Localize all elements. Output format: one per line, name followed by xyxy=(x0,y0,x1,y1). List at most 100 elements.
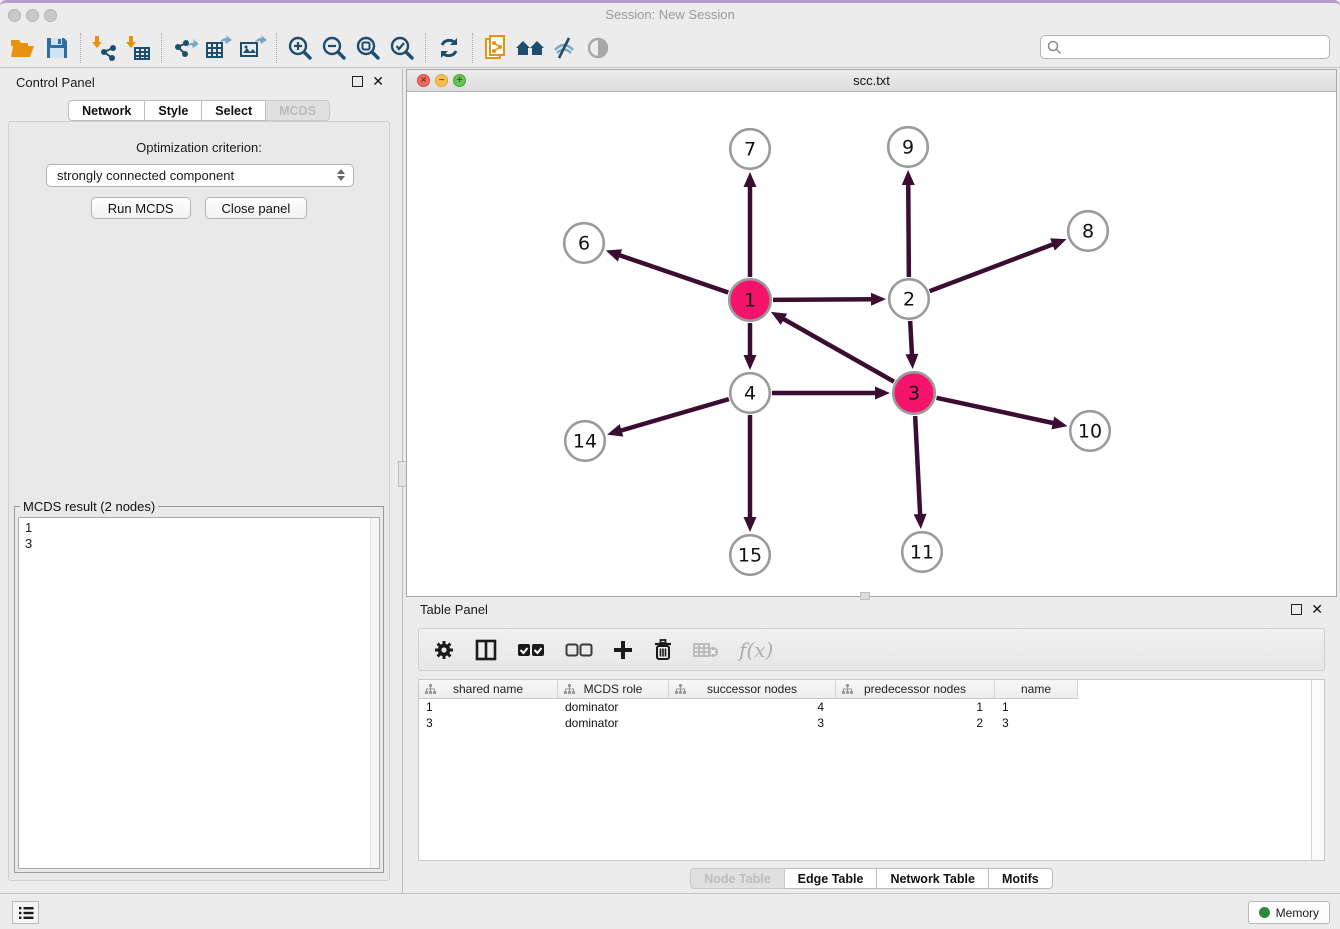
tab-edge-table[interactable]: Edge Table xyxy=(785,868,878,889)
add-column-icon[interactable] xyxy=(613,635,633,665)
open-folder-icon[interactable] xyxy=(6,33,40,63)
graph-node-label-11: 11 xyxy=(910,542,934,564)
graph-node-label-10: 10 xyxy=(1078,421,1102,443)
export-network-icon[interactable] xyxy=(168,33,202,63)
column-header-successor-nodes[interactable]: successor nodes xyxy=(669,680,836,699)
task-history-button[interactable] xyxy=(12,901,39,924)
zoom-selected-icon[interactable] xyxy=(385,33,419,63)
application-window: Session: New Session xyxy=(0,0,1340,926)
column-header-predecessor-nodes[interactable]: predecessor nodes xyxy=(836,680,995,699)
tab-network[interactable]: Network xyxy=(68,100,145,121)
checked-boxes-icon[interactable] xyxy=(517,635,545,665)
table-panel-tabs: Node TableEdge TableNetwork TableMotifs xyxy=(406,868,1337,889)
duplicate-network-icon[interactable] xyxy=(479,33,513,63)
table-cell: 2 xyxy=(836,715,995,731)
table-row[interactable]: 1dominator411 xyxy=(419,699,1324,715)
tab-node-table[interactable]: Node Table xyxy=(690,868,784,889)
column-header-label: MCDS role xyxy=(584,682,643,696)
split-columns-icon[interactable] xyxy=(475,635,497,665)
table-panel-close-icon[interactable]: ✕ xyxy=(1311,604,1323,615)
homes-icon[interactable] xyxy=(513,33,547,63)
graph-node-label-15: 15 xyxy=(738,545,762,567)
graph-node-label-14: 14 xyxy=(573,431,597,453)
table-toolbar: f(x) xyxy=(418,628,1325,671)
optimization-criterion-label: Optimization criterion: xyxy=(9,140,389,155)
close-panel-button[interactable]: Close panel xyxy=(205,197,308,219)
mcds-result-text: 1 3 xyxy=(19,518,379,868)
eye-disabled-icon[interactable] xyxy=(581,33,615,63)
control-panel-tabs: NetworkStyleSelectMCDS xyxy=(0,100,398,121)
control-panel-close-icon[interactable]: ✕ xyxy=(372,76,384,87)
memory-button-label: Memory xyxy=(1276,906,1319,920)
table-panel-title: Table Panel xyxy=(420,602,488,617)
memory-button[interactable]: Memory xyxy=(1248,901,1330,924)
table-cell: 4 xyxy=(669,699,836,715)
table-cell: 3 xyxy=(669,715,836,731)
graph-node-label-4: 4 xyxy=(744,383,756,405)
graph-edge-1-6 xyxy=(617,254,728,292)
export-image-icon[interactable] xyxy=(236,33,270,63)
table-row[interactable]: 3dominator323 xyxy=(419,715,1324,731)
tab-motifs[interactable]: Motifs xyxy=(989,868,1053,889)
mcds-result-scrollbar[interactable] xyxy=(370,518,379,868)
graph-edge-arrowhead xyxy=(606,249,622,261)
column-type-icon xyxy=(425,684,436,695)
node-table-header: shared name MCDS role successor nodes prede… xyxy=(419,680,1324,699)
table-cell: 1 xyxy=(836,699,995,715)
mcds-result-title: MCDS result (2 nodes) xyxy=(20,499,158,514)
table-cell: 1 xyxy=(419,699,558,715)
zoom-fit-icon[interactable] xyxy=(351,33,385,63)
table-cell: 3 xyxy=(995,715,1078,731)
column-header-MCDS-role[interactable]: MCDS role xyxy=(558,680,669,699)
table-scrollbar[interactable] xyxy=(1311,680,1324,860)
tab-network-table[interactable]: Network Table xyxy=(877,868,989,889)
run-mcds-button[interactable]: Run MCDS xyxy=(91,197,191,219)
column-header-label: name xyxy=(1021,682,1051,696)
graph-node-label-6: 6 xyxy=(578,233,590,255)
import-table-icon[interactable] xyxy=(121,33,155,63)
network-window-title: scc.txt xyxy=(407,73,1336,88)
gear-icon[interactable] xyxy=(433,635,455,665)
zoom-out-icon[interactable] xyxy=(317,33,351,63)
optimization-criterion-select[interactable]: strongly connected component xyxy=(46,164,354,187)
select-chevrons-icon xyxy=(337,169,345,181)
control-panel-title: Control Panel xyxy=(16,75,95,90)
delete-icon[interactable] xyxy=(653,635,673,665)
mcds-panel: Optimization criterion: strongly connect… xyxy=(8,121,390,881)
graph-edge-3-10 xyxy=(936,398,1055,424)
graph-edge-arrowhead xyxy=(744,517,757,532)
control-panel: Control Panel ✕ NetworkStyleSelectMCDS O… xyxy=(0,69,398,893)
column-type-icon xyxy=(564,684,575,695)
table-cell: 3 xyxy=(419,715,558,731)
export-table-icon[interactable] xyxy=(202,33,236,63)
column-type-icon xyxy=(675,684,686,695)
tab-select[interactable]: Select xyxy=(202,100,266,121)
mcds-result-area[interactable]: 1 3 xyxy=(18,517,380,869)
search-input[interactable] xyxy=(1062,37,1329,57)
tab-style[interactable]: Style xyxy=(145,100,202,121)
search-field[interactable] xyxy=(1040,35,1330,59)
refresh-icon[interactable] xyxy=(432,33,466,63)
tab-mcds[interactable]: MCDS xyxy=(266,100,330,121)
network-window-titlebar[interactable]: × − + scc.txt xyxy=(407,70,1336,92)
graph-edge-arrowhead xyxy=(905,354,918,369)
column-header-label: predecessor nodes xyxy=(864,682,966,696)
column-header-name[interactable]: name xyxy=(995,680,1078,699)
column-header-shared-name[interactable]: shared name xyxy=(419,680,558,699)
zoom-in-icon[interactable] xyxy=(283,33,317,63)
control-panel-float-icon[interactable] xyxy=(352,76,363,87)
graph-node-label-8: 8 xyxy=(1082,221,1094,243)
network-graph[interactable]: 7968124314101511 xyxy=(407,92,1336,596)
graph-edge-2-8 xyxy=(930,243,1056,291)
unchecked-boxes-icon[interactable] xyxy=(565,635,593,665)
graph-edge-arrowhead xyxy=(875,387,890,400)
table-panel-float-icon[interactable] xyxy=(1291,604,1302,615)
status-bar: Memory xyxy=(0,893,1340,929)
import-network-icon[interactable] xyxy=(87,33,121,63)
column-type-icon xyxy=(842,684,853,695)
hide-panel-eye-icon[interactable] xyxy=(547,33,581,63)
save-icon[interactable] xyxy=(40,33,74,63)
mcds-result-box: MCDS result (2 nodes) 1 3 xyxy=(14,499,384,873)
optimization-criterion-value: strongly connected component xyxy=(57,168,234,183)
graph-edge-arrowhead xyxy=(1051,417,1067,430)
